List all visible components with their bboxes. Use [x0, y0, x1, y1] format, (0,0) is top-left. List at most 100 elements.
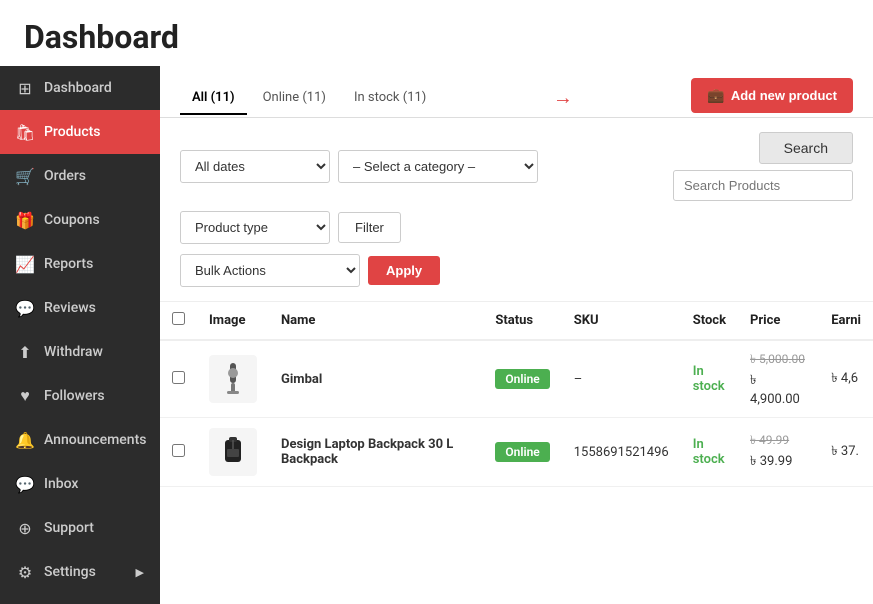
product-name: Design Laptop Backpack 30 L Backpack: [281, 437, 453, 467]
reviews-icon: 💬: [16, 299, 34, 317]
row-checkbox[interactable]: [172, 371, 185, 384]
filter-row-1: All dates Today This week This month – S…: [180, 132, 853, 201]
apply-button[interactable]: Apply: [368, 256, 440, 285]
sidebar-label-reports: Reports: [44, 256, 93, 272]
search-area: Search: [673, 132, 853, 201]
product-type-filter[interactable]: Product type: [180, 211, 330, 244]
sidebar-label-withdraw: Withdraw: [44, 344, 103, 360]
table-header-sku: SKU: [562, 302, 681, 341]
tab-all[interactable]: All (11): [180, 82, 247, 115]
sidebar-label-announcements: Announcements: [44, 432, 146, 448]
products-table: Image Name Status SKU Stock Price Earni: [160, 301, 873, 487]
product-status-cell: Online: [483, 418, 561, 487]
search-button[interactable]: Search: [759, 132, 853, 164]
table-header-stock: Stock: [681, 302, 738, 341]
add-product-label: Add new product: [731, 88, 837, 103]
support-icon: ⊕: [16, 519, 34, 537]
price-current: ৳ 4,900.00: [750, 371, 807, 407]
orders-icon: 🛒: [16, 167, 34, 185]
sidebar-label-coupons: Coupons: [44, 212, 100, 228]
withdraw-icon: ⬆: [16, 343, 34, 361]
sidebar-item-settings[interactable]: ⚙ Settings ▶: [0, 550, 160, 594]
sidebar-item-orders[interactable]: 🛒 Orders: [0, 154, 160, 198]
row-checkbox-cell: [160, 340, 197, 418]
sidebar-label-dashboard: Dashboard: [44, 80, 112, 96]
sidebar-item-reviews[interactable]: 💬 Reviews: [0, 286, 160, 330]
add-product-arrow: →: [553, 85, 573, 110]
sidebar-item-products[interactable]: 🛍 Products: [0, 110, 160, 154]
sidebar-item-coupons[interactable]: 🎁 Coupons: [0, 198, 160, 242]
inbox-icon: 💬: [16, 475, 34, 493]
sidebar-item-announcements[interactable]: 🔔 Announcements: [0, 418, 160, 462]
product-stock-cell: Instock: [681, 340, 738, 418]
page-title: Dashboard: [24, 18, 849, 56]
status-badge: Online: [495, 442, 549, 462]
sidebar-label-support: Support: [44, 520, 94, 536]
sidebar-label-reviews: Reviews: [44, 300, 96, 316]
product-status-cell: Online: [483, 340, 561, 418]
sidebar-item-inbox[interactable]: 💬 Inbox: [0, 462, 160, 506]
product-image-cell: [197, 340, 269, 418]
settings-icon: ⚙: [16, 563, 34, 581]
sidebar-item-followers[interactable]: ♥ Followers: [0, 374, 160, 418]
product-name: Gimbal: [281, 372, 322, 387]
product-price-cell: ৳ 5,000.00 ৳ 4,900.00: [738, 340, 819, 418]
product-earnings-cell: ৳ 4,6: [819, 340, 873, 418]
sidebar-label-inbox: Inbox: [44, 476, 78, 492]
sidebar-item-support[interactable]: ⊕ Support: [0, 506, 160, 550]
sidebar-item-reports[interactable]: 📈 Reports: [0, 242, 160, 286]
select-all-checkbox[interactable]: [172, 312, 185, 325]
product-earnings-cell: ৳ 37.: [819, 418, 873, 487]
product-name-cell: Gimbal: [269, 340, 483, 418]
tab-online[interactable]: Online (11): [251, 82, 338, 115]
bulk-actions-row: Bulk Actions Apply: [180, 254, 853, 287]
row-checkbox[interactable]: [172, 444, 185, 457]
sidebar-label-orders: Orders: [44, 168, 86, 184]
table-row: Design Laptop Backpack 30 L Backpack Onl…: [160, 418, 873, 487]
stock-status: Instock: [693, 364, 725, 394]
stock-status: Instock: [693, 437, 725, 467]
table-header-name: Name: [269, 302, 483, 341]
price-current: ৳ 39.99: [750, 452, 807, 473]
product-name-cell: Design Laptop Backpack 30 L Backpack: [269, 418, 483, 487]
bulk-actions-select[interactable]: Bulk Actions: [180, 254, 360, 287]
product-stock-cell: Instock: [681, 418, 738, 487]
product-image-cell: [197, 418, 269, 487]
table-header-image: Image: [197, 302, 269, 341]
sidebar-label-settings: Settings: [44, 564, 96, 580]
sidebar: ⊞ Dashboard 🛍 Products 🛒 Orders 🎁 Coupon…: [0, 66, 160, 604]
table-row: Gimbal Online – Instock ৳ 5,000.00 ৳ 4,9…: [160, 340, 873, 418]
coupons-icon: 🎁: [16, 211, 34, 229]
filter-button[interactable]: Filter: [338, 212, 401, 243]
add-product-button[interactable]: 💼 Add new product: [691, 78, 853, 113]
date-filter[interactable]: All dates Today This week This month: [180, 150, 330, 183]
product-image: [209, 428, 257, 476]
settings-chevron-icon: ▶: [136, 566, 144, 579]
products-icon: 🛍: [16, 123, 34, 141]
price-original: ৳ 5,000.00: [750, 351, 807, 371]
filters-section: All dates Today This week This month – S…: [160, 118, 873, 301]
row-checkbox-cell: [160, 418, 197, 487]
table-header-earnings: Earni: [819, 302, 873, 341]
search-products-input[interactable]: [673, 170, 853, 201]
sidebar-item-dashboard[interactable]: ⊞ Dashboard: [0, 66, 160, 110]
briefcase-icon: 💼: [707, 87, 724, 104]
main-content: All (11) Online (11) In stock (11) → 💼 A…: [160, 66, 873, 604]
tabs-bar: All (11) Online (11) In stock (11) → 💼 A…: [160, 66, 873, 118]
announcements-icon: 🔔: [16, 431, 34, 449]
product-price-cell: ৳ 49.99 ৳ 39.99: [738, 418, 819, 487]
table-header-status: Status: [483, 302, 561, 341]
product-sku-cell: 1558691521496: [562, 418, 681, 487]
tab-instock[interactable]: In stock (11): [342, 82, 438, 115]
filter-row-2: Product type Filter: [180, 211, 853, 244]
sidebar-label-products: Products: [44, 124, 101, 140]
reports-icon: 📈: [16, 255, 34, 273]
product-sku-cell: –: [562, 340, 681, 418]
followers-icon: ♥: [16, 387, 34, 405]
price-original: ৳ 49.99: [750, 432, 807, 452]
status-badge: Online: [495, 369, 549, 389]
sidebar-item-withdraw[interactable]: ⬆ Withdraw: [0, 330, 160, 374]
product-image: [209, 355, 257, 403]
category-filter[interactable]: – Select a category –: [338, 150, 538, 183]
dashboard-icon: ⊞: [16, 79, 34, 97]
